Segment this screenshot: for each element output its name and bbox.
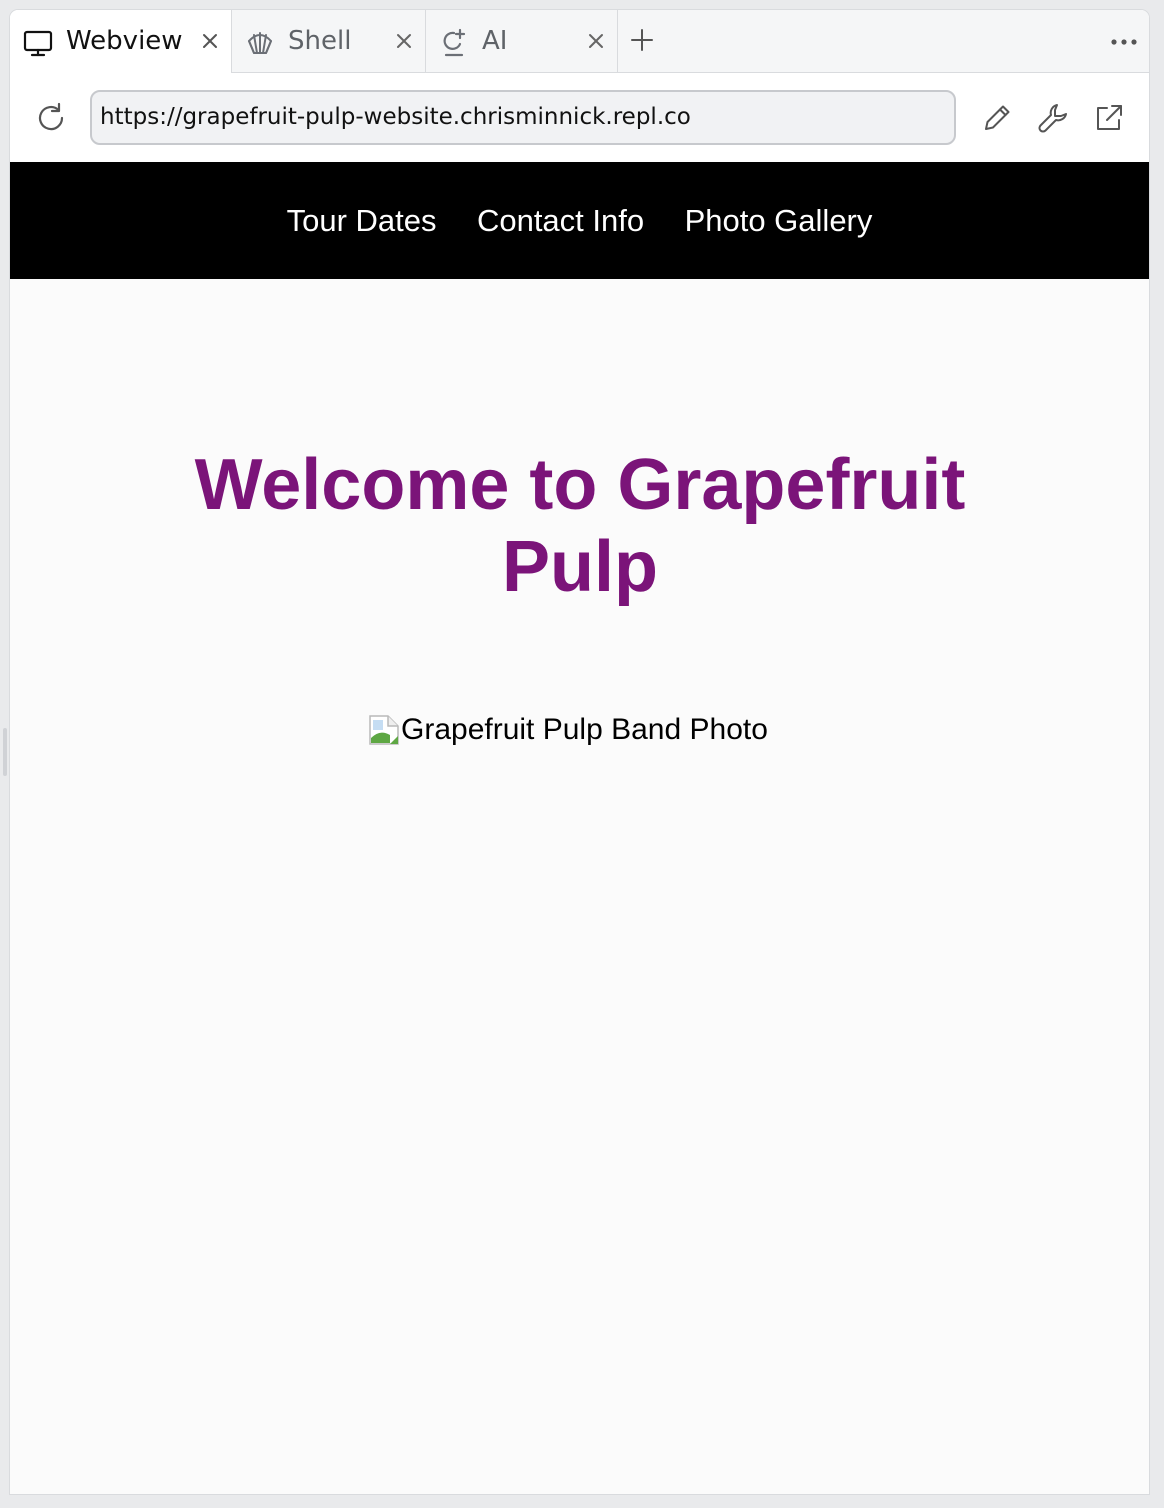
open-external-icon[interactable] — [1092, 101, 1126, 135]
tab-shell[interactable]: Shell — [232, 10, 426, 73]
reload-icon[interactable] — [34, 101, 68, 135]
broken-image-icon — [369, 715, 399, 745]
ai-icon — [443, 28, 466, 57]
close-icon[interactable] — [199, 30, 221, 52]
tab-bar: Webview Shell AI — [10, 10, 1149, 74]
address-toolbar: https://grapefruit-pulp-website.chrismin… — [10, 73, 1149, 162]
nav-link-contact-info[interactable]: Contact Info — [477, 162, 644, 279]
tab-label: Shell — [288, 26, 352, 56]
monitor-icon — [23, 30, 53, 57]
nav-link-photo-gallery[interactable]: Photo Gallery — [685, 162, 873, 279]
wrench-icon[interactable] — [1036, 101, 1070, 135]
image-alt-text: Grapefruit Pulp Band Photo — [401, 713, 768, 746]
close-icon[interactable] — [393, 30, 415, 52]
url-input[interactable]: https://grapefruit-pulp-website.chrismin… — [90, 90, 956, 145]
nav-link-tour-dates[interactable]: Tour Dates — [287, 162, 437, 279]
tab-label: AI — [482, 26, 508, 56]
site-nav: Tour Dates Contact Info Photo Gallery — [10, 162, 1149, 279]
tab-webview[interactable]: Webview — [10, 10, 232, 74]
more-options-icon[interactable] — [1109, 28, 1139, 56]
close-icon[interactable] — [585, 30, 607, 52]
new-tab-plus-icon[interactable] — [628, 26, 656, 54]
band-photo-image: Grapefruit Pulp Band Photo — [368, 712, 768, 748]
tab-label: Webview — [66, 26, 183, 56]
shell-icon — [248, 32, 272, 54]
tab-ai[interactable]: AI — [426, 10, 618, 73]
pencil-icon[interactable] — [980, 101, 1014, 135]
page-heading: Welcome to Grapefruit Pulp — [194, 445, 966, 607]
webview-pane: Webview Shell AI https://grapefruit-pulp… — [10, 10, 1149, 1494]
webpage-content: Tour Dates Contact Info Photo Gallery We… — [10, 162, 1149, 1494]
panel-resize-handle[interactable] — [3, 728, 7, 776]
